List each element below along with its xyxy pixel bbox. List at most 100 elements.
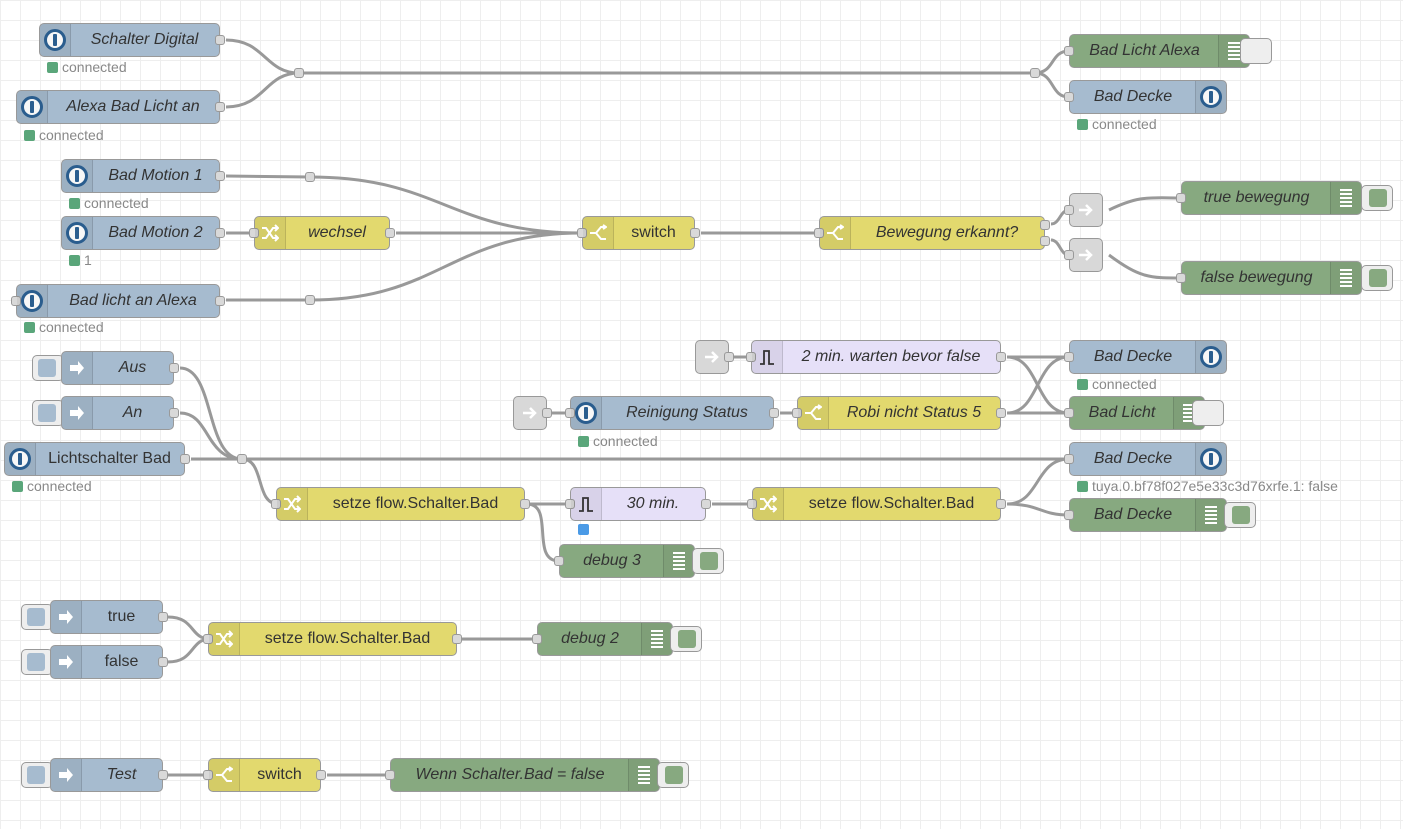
node-link-in-reinigung[interactable] (513, 396, 552, 430)
output-port[interactable] (996, 408, 1006, 418)
node-alexa-bad-licht-an[interactable]: Alexa Bad Licht an (16, 90, 225, 124)
status-indicator (578, 524, 589, 535)
node-link-out-true[interactable] (1064, 193, 1103, 227)
inject-trigger-button[interactable] (21, 604, 53, 630)
node-label: Bad Motion 1 (108, 167, 203, 184)
node-bewegung-erkannt[interactable]: Bewegung erkannt? (814, 216, 1050, 250)
output-port[interactable] (215, 228, 225, 238)
node-switch-2[interactable]: switch (203, 758, 326, 792)
node-test[interactable]: Test (50, 758, 168, 792)
node-true[interactable]: true (50, 600, 168, 634)
wire (1006, 355, 1070, 415)
junction-port[interactable] (294, 68, 304, 78)
node-setze-1[interactable]: setze flow.Schalter.Bad (271, 487, 530, 521)
output-port[interactable] (215, 102, 225, 112)
output-port[interactable] (996, 499, 1006, 509)
wire (1006, 502, 1070, 517)
node-warten[interactable]: 2 min. warten bevor false (746, 340, 1006, 374)
output-port[interactable] (215, 296, 225, 306)
node-wechsel[interactable]: wechsel (249, 216, 395, 250)
node-label: Schalter Digital (90, 31, 199, 48)
node-setze-2[interactable]: setze flow.Schalter.Bad (747, 487, 1006, 521)
node-schalter-digital[interactable]: Schalter Digital (39, 23, 225, 57)
output-port[interactable] (996, 352, 1006, 362)
node-bad-motion-1[interactable]: Bad Motion 1 (61, 159, 225, 193)
output-port[interactable] (701, 499, 711, 509)
wire (1108, 253, 1182, 280)
output-port[interactable] (215, 35, 225, 45)
switch-icon (820, 217, 851, 249)
node-link-in-warten[interactable] (695, 340, 734, 374)
output-port[interactable] (724, 352, 734, 362)
inject-trigger-button[interactable] (32, 400, 64, 426)
debug-toggle-button[interactable] (1361, 265, 1393, 291)
node-robi-status[interactable]: Robi nicht Status 5 (792, 396, 1006, 430)
debug-toggle-button[interactable] (657, 762, 689, 788)
node-false[interactable]: false (50, 645, 168, 679)
node-bad-licht-an-alexa[interactable]: Bad licht an Alexa (11, 284, 225, 318)
debug-toggle-button[interactable] (1192, 400, 1224, 426)
status-dot (1077, 480, 1088, 492)
junction-port[interactable] (1030, 68, 1040, 78)
output-port[interactable] (385, 228, 395, 238)
iobroker-icon (40, 24, 71, 56)
node-label: Robi nicht Status 5 (846, 404, 982, 421)
node-aus[interactable]: Aus (61, 351, 179, 385)
node-debug-3[interactable]: debug 3 (554, 544, 695, 578)
node-label: Lichtschalter Bad (48, 450, 171, 467)
shuffle-icon (277, 488, 308, 520)
output-port[interactable] (690, 228, 700, 238)
debug-toggle-button[interactable] (1361, 185, 1393, 211)
node-wenn-schalter[interactable]: Wenn Schalter.Bad = false (385, 758, 660, 792)
inject-trigger-button[interactable] (32, 355, 64, 381)
node-reinigung-status[interactable]: Reinigung Status (565, 396, 779, 430)
status-connected: connected (578, 433, 658, 449)
status-text: connected (27, 478, 92, 494)
output-port[interactable] (542, 408, 552, 418)
output-port[interactable] (169, 408, 179, 418)
output-port[interactable] (158, 612, 168, 622)
iobroker-icon (62, 217, 93, 249)
node-bad-decke-4[interactable]: Bad Decke (1064, 498, 1227, 532)
output-port[interactable] (769, 408, 779, 418)
iobroker-icon (17, 91, 48, 123)
node-link-out-false[interactable] (1064, 238, 1103, 272)
junction-port[interactable] (305, 295, 315, 305)
iobroker-icon (62, 160, 93, 192)
output-port-2[interactable] (1040, 236, 1050, 246)
node-bad-motion-2[interactable]: Bad Motion 2 (61, 216, 225, 250)
junction-port[interactable] (305, 172, 315, 182)
output-port[interactable] (215, 171, 225, 181)
output-port[interactable] (316, 770, 326, 780)
output-port-1[interactable] (1040, 220, 1050, 230)
node-debug-2[interactable]: debug 2 (532, 622, 673, 656)
debug-toggle-button[interactable] (1240, 38, 1272, 64)
output-port[interactable] (520, 499, 530, 509)
node-lichtschalter-bad[interactable]: Lichtschalter Bad (4, 442, 190, 476)
inject-trigger-button[interactable] (21, 649, 53, 675)
node-switch-1[interactable]: switch (577, 216, 700, 250)
node-an[interactable]: An (61, 396, 179, 430)
debug-toggle-button[interactable] (1224, 502, 1256, 528)
output-port[interactable] (452, 634, 462, 644)
node-bad-decke-2[interactable]: Bad Decke (1064, 340, 1227, 374)
node-bad-decke-1[interactable]: Bad Decke (1064, 80, 1227, 114)
output-port[interactable] (180, 454, 190, 464)
output-port[interactable] (169, 363, 179, 373)
status-dot (24, 321, 35, 333)
output-port[interactable] (158, 770, 168, 780)
node-bad-decke-3[interactable]: Bad Decke (1064, 442, 1227, 476)
inject-trigger-button[interactable] (21, 762, 53, 788)
node-setze-3[interactable]: setze flow.Schalter.Bad (203, 622, 462, 656)
node-delay-30[interactable]: 30 min. (565, 487, 711, 521)
node-true-bewegung[interactable]: true bewegung (1176, 181, 1362, 215)
node-false-bewegung[interactable]: false bewegung (1176, 261, 1362, 295)
output-port[interactable] (158, 657, 168, 667)
debug-toggle-button[interactable] (670, 626, 702, 652)
status-connected: connected (47, 59, 127, 75)
node-bad-licht[interactable]: Bad Licht (1064, 396, 1205, 430)
delay-icon (571, 488, 602, 520)
node-bad-licht-alexa[interactable]: Bad Licht Alexa (1064, 34, 1250, 68)
junction-port[interactable] (237, 454, 247, 464)
debug-toggle-button[interactable] (692, 548, 724, 574)
